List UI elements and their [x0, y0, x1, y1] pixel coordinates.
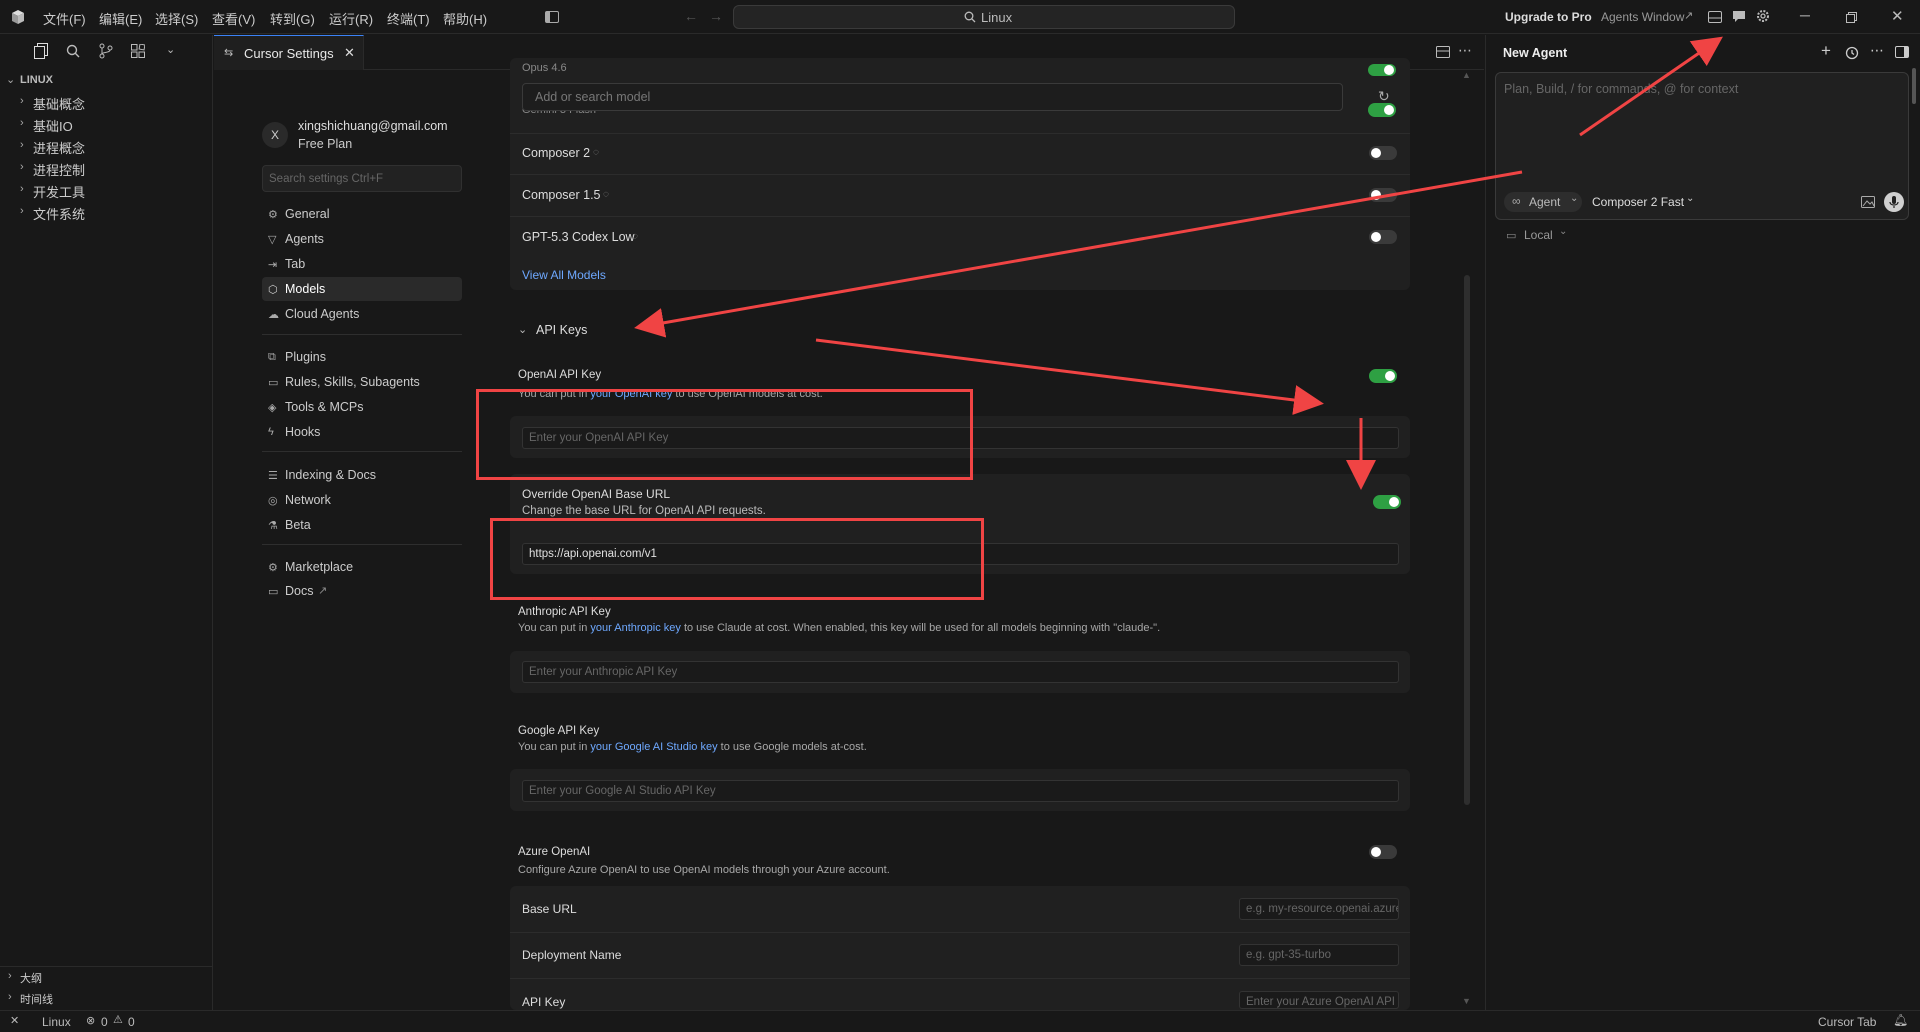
warning-count[interactable]: 0: [128, 1015, 135, 1029]
annotation-arrows: [634, 36, 1723, 490]
remote-icon[interactable]: ✕: [10, 1014, 19, 1027]
annotation-arrow: [634, 170, 1523, 338]
cursor-tab-status[interactable]: Cursor Tab: [1818, 1015, 1876, 1029]
bell-icon[interactable]: 🔔︎: [1893, 1013, 1908, 1027]
error-icon: ⊗: [86, 1015, 96, 1027]
status-bar: ✕ Linux ⊗ 0 ⚠ 0 Cursor Tab 🔔︎: [0, 1010, 1920, 1032]
workspace-label[interactable]: Linux: [42, 1015, 71, 1029]
annotation-arrow: [1579, 36, 1723, 137]
warning-icon: ⚠: [113, 1014, 123, 1026]
annotation-arrow: [815, 338, 1324, 415]
error-count[interactable]: 0: [101, 1015, 108, 1029]
